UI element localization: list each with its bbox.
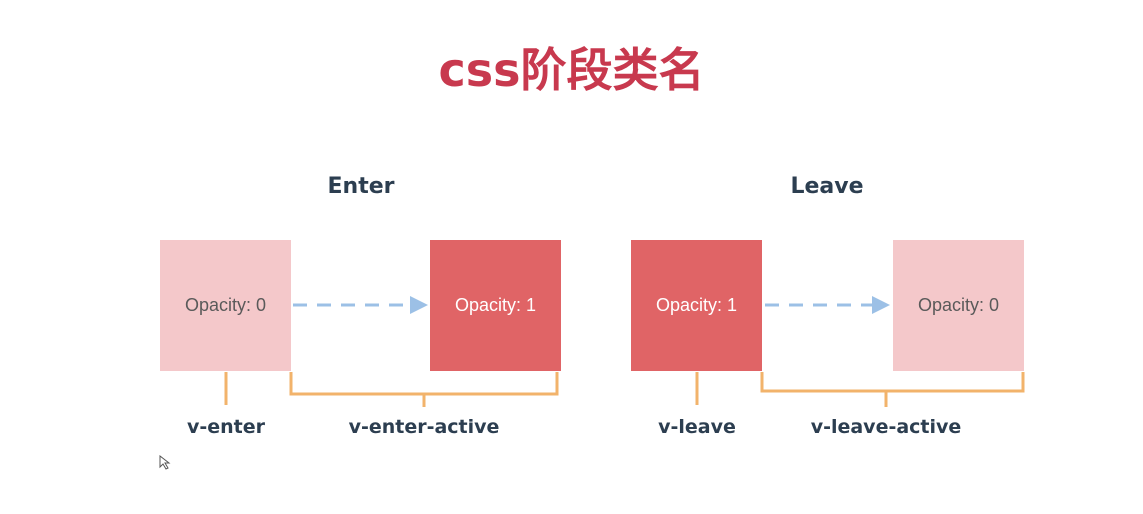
phase-label-v-enter-active: v-enter-active [348, 416, 500, 438]
phase-label-v-leave: v-leave [658, 416, 736, 438]
leave-brackets [695, 372, 1025, 407]
phase-label-v-leave-active: v-leave-active [810, 416, 962, 438]
phase-label-v-enter: v-enter [186, 416, 266, 438]
enter-brackets [224, 372, 559, 407]
enter-from-box: Opacity: 0 [160, 240, 291, 371]
leave-to-box: Opacity: 0 [893, 240, 1024, 371]
leave-arrow [765, 296, 890, 314]
enter-to-box: Opacity: 1 [430, 240, 561, 371]
leave-from-box: Opacity: 1 [631, 240, 762, 371]
mouse-cursor-icon [159, 455, 171, 470]
enter-arrow [293, 296, 428, 314]
